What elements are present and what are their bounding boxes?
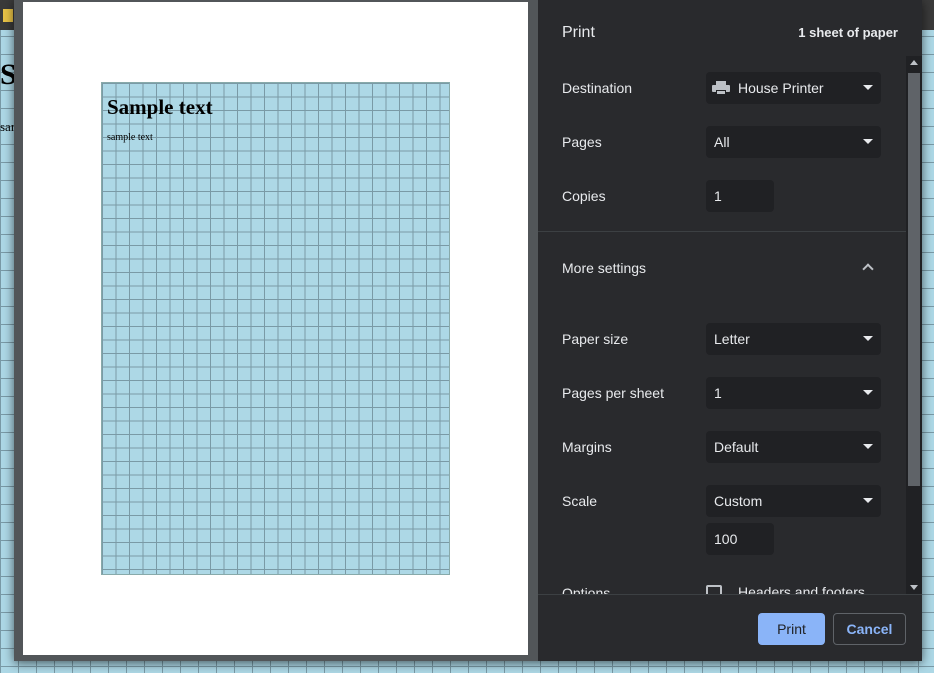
pages-value: All xyxy=(714,134,730,150)
margins-value: Default xyxy=(714,439,759,455)
pages-per-sheet-value: 1 xyxy=(714,385,722,401)
preview-page-content: Sample text sample text xyxy=(101,82,450,575)
chevron-down-icon xyxy=(863,498,873,503)
scale-value: Custom xyxy=(714,493,763,509)
headers-footers-checkbox[interactable] xyxy=(706,585,722,594)
destination-select[interactable]: House Printer xyxy=(706,72,881,104)
paper-size-select[interactable]: Letter xyxy=(706,323,881,355)
preview-body-text: sample text xyxy=(107,132,153,143)
paper-size-value: Letter xyxy=(714,331,750,347)
copies-input[interactable]: 1 xyxy=(706,180,774,212)
options-row: Options Headers and footers xyxy=(562,584,882,594)
headers-footers-label: Headers and footers xyxy=(738,584,865,594)
print-dialog: Sample text sample text Print 1 sheet of… xyxy=(14,0,922,661)
section-divider xyxy=(538,231,908,232)
scroll-down-arrow-icon[interactable] xyxy=(910,585,918,590)
destination-value: House Printer xyxy=(738,80,824,96)
chevron-up-icon[interactable] xyxy=(862,263,874,275)
copies-label: Copies xyxy=(562,188,606,204)
settings-scroll-area[interactable]: Destination House Printer Pages All Copi… xyxy=(538,56,922,594)
pages-per-sheet-row: Pages per sheet 1 xyxy=(562,377,882,409)
dialog-footer: Print Cancel xyxy=(538,594,922,661)
pages-label: Pages xyxy=(562,134,602,150)
chevron-down-icon xyxy=(863,85,873,90)
print-preview-area: Sample text sample text xyxy=(14,0,538,661)
preview-title: Sample text xyxy=(107,95,213,119)
pages-row: Pages All xyxy=(562,126,882,158)
preview-paper: Sample text sample text xyxy=(23,2,528,655)
printer-icon xyxy=(712,81,730,95)
copies-row: Copies 1 xyxy=(562,180,882,212)
settings-scrollbar[interactable] xyxy=(906,56,922,594)
more-settings-toggle[interactable]: More settings xyxy=(562,252,882,284)
margins-select[interactable]: Default xyxy=(706,431,881,463)
dialog-title: Print xyxy=(562,24,595,41)
chevron-down-icon xyxy=(863,390,873,395)
scale-row: Scale Custom xyxy=(562,485,882,517)
margins-row: Margins Default xyxy=(562,431,882,463)
scroll-up-arrow-icon[interactable] xyxy=(910,60,918,65)
chevron-down-icon xyxy=(863,139,873,144)
pages-per-sheet-select[interactable]: 1 xyxy=(706,377,881,409)
background-page-text: sar xyxy=(0,119,16,134)
margins-label: Margins xyxy=(562,439,612,455)
destination-row: Destination House Printer xyxy=(562,72,882,104)
scrollbar-thumb[interactable] xyxy=(908,73,920,486)
destination-label: Destination xyxy=(562,80,633,96)
scale-select[interactable]: Custom xyxy=(706,485,881,517)
cancel-button[interactable]: Cancel xyxy=(833,613,906,645)
folder-icon xyxy=(3,9,13,22)
paper-size-row: Paper size Letter xyxy=(562,323,882,355)
sheet-count: 1 sheet of paper xyxy=(798,25,898,40)
print-settings-panel: Print 1 sheet of paper Destination House… xyxy=(538,0,922,661)
chevron-down-icon xyxy=(863,444,873,449)
pages-select[interactable]: All xyxy=(706,126,881,158)
scale-custom-input[interactable]: 100 xyxy=(706,523,774,555)
paper-size-label: Paper size xyxy=(562,331,629,347)
scale-custom-row: 100 xyxy=(562,523,882,555)
more-settings-label: More settings xyxy=(562,260,647,276)
chevron-down-icon xyxy=(863,336,873,341)
print-button[interactable]: Print xyxy=(758,613,825,645)
options-label: Options xyxy=(562,585,611,594)
pages-per-sheet-label: Pages per sheet xyxy=(562,385,664,401)
scale-label: Scale xyxy=(562,493,598,509)
